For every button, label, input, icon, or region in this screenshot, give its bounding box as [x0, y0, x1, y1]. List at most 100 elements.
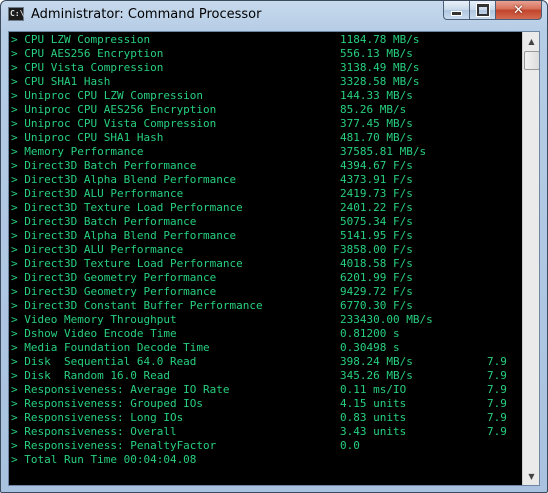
console-line-value: 398.24 MB/s	[340, 355, 413, 368]
console-line: > Direct3D Batch Performance 4394.67 F/s	[9, 159, 522, 173]
console-line-value: 345.26 MB/s	[340, 369, 413, 382]
scrollbar-thumb[interactable]	[524, 51, 539, 70]
console-line: > Uniproc CPU AES256 Encryption 85.26 MB/…	[9, 103, 522, 117]
console-line-score: 7.9	[487, 425, 507, 438]
console-line-value: 9429.72 F/s	[340, 285, 413, 298]
console-line-value: 5141.95 F/s	[340, 229, 413, 242]
console-line-label: > CPU LZW Compression	[11, 33, 151, 46]
console-line: > Disk Sequential 64.0 Read 398.24 MB/s 7.…	[9, 355, 522, 369]
console-line-value: 4018.58 F/s	[340, 257, 413, 270]
console-line: > Responsiveness: Overall 3.43 units 7.9	[9, 425, 522, 439]
console-line-value: 85.26 MB/s	[340, 103, 407, 116]
console-line: > Direct3D Texture Load Performance 2401.…	[9, 201, 522, 215]
console-line-label: > Direct3D Texture Load Performance	[11, 201, 243, 214]
console-line-value: 2401.22 F/s	[340, 201, 413, 214]
vertical-scrollbar[interactable]: ▲ ▼	[522, 32, 539, 485]
console-line-score: 7.9	[487, 355, 507, 368]
console-line: > Media Foundation Decode Time 0.30498 s	[9, 341, 522, 355]
console-line: > Memory Performance 37585.81 MB/s	[9, 145, 522, 159]
console-line-value: 4394.67 F/s	[340, 159, 413, 172]
console-line-value: 2419.73 F/s	[340, 187, 413, 200]
console-line-value: 5075.34 F/s	[340, 215, 413, 228]
console-line-label: > Direct3D Batch Performance	[11, 159, 197, 172]
console-line-label: > Direct3D ALU Performance	[11, 243, 184, 256]
console-client-area: > CPU LZW Compression 1184.78 MB/s > CPU A…	[8, 31, 540, 486]
console-line-value: 6201.99 F/s	[340, 271, 413, 284]
console-line: > Direct3D Alpha Blend Performance 4373.9…	[9, 173, 522, 187]
scroll-down-arrow-icon[interactable]: ▼	[524, 468, 539, 484]
console-line-value: 4.15 units	[340, 397, 407, 410]
close-icon: ✕	[513, 2, 524, 18]
console-line-value: 377.45 MB/s	[340, 117, 413, 130]
console-line-label: > Direct3D Alpha Blend Performance	[11, 229, 237, 242]
scroll-up-arrow-icon[interactable]: ▲	[524, 33, 539, 49]
window-title: Administrator: Command Processor	[31, 7, 262, 22]
console-line-label: > Responsiveness: PenaltyFactor	[11, 439, 217, 452]
console-line-label: > Disk Sequential 64.0 Read	[11, 355, 197, 368]
console-line: > Dshow Video Encode Time 0.81200 s	[9, 327, 522, 341]
console-line-value: 3328.58 MB/s	[340, 75, 420, 88]
console-line-value: 481.70 MB/s	[340, 131, 413, 144]
console-line-score: 7.9	[487, 411, 507, 424]
console-line-label: > CPU SHA1 Hash	[11, 75, 111, 88]
console-line-label: > CPU AES256 Encryption	[11, 47, 164, 60]
console-line-label: > Dshow Video Encode Time	[11, 327, 177, 340]
minimize-button[interactable]	[443, 1, 470, 20]
console-line: > CPU Vista Compression 3138.49 MB/s	[9, 61, 522, 75]
console-line-value: 1184.78 MB/s	[340, 33, 420, 46]
console-output[interactable]: > CPU LZW Compression 1184.78 MB/s > CPU A…	[9, 32, 522, 485]
console-line-label: > Uniproc CPU LZW Compression	[11, 89, 204, 102]
console-line-label: > Uniproc CPU Vista Compression	[11, 117, 217, 130]
console-line: > Uniproc CPU SHA1 Hash 481.70 MB/s	[9, 131, 522, 145]
console-line: > Direct3D Geometry Performance 6201.99 F…	[9, 271, 522, 285]
console-line-value: 37585.81 MB/s	[340, 145, 427, 158]
caption-buttons: ✕	[443, 1, 542, 21]
console-line-score: 7.9	[487, 397, 507, 410]
console-line-label: > Media Foundation Decode Time	[11, 341, 210, 354]
console-line-value: 6770.30 F/s	[340, 299, 413, 312]
console-line-label: > Total Run Time 00:04:04.08	[11, 453, 197, 466]
console-line: > Disk Random 16.0 Read 345.26 MB/s 7.9	[9, 369, 522, 383]
console-line: > Responsiveness: PenaltyFactor 0.0	[9, 439, 522, 453]
command-prompt-icon[interactable]: C:\	[8, 7, 24, 21]
console-line: > Responsiveness: Average IO Rate 0.11 ms…	[9, 383, 522, 397]
console-line-label: > Direct3D Constant Buffer Performance	[11, 299, 263, 312]
console-line-label: > Disk Random 16.0 Read	[11, 369, 170, 382]
console-line-value: 0.83 units	[340, 411, 407, 424]
maximize-icon	[476, 4, 489, 16]
console-line: > Uniproc CPU Vista Compression 377.45 MB…	[9, 117, 522, 131]
console-line-label: > Memory Performance	[11, 145, 144, 158]
console-line: > Direct3D ALU Performance 3858.00 F/s	[9, 243, 522, 257]
console-window: C:\ Administrator: Command Processor ✕ >…	[0, 0, 548, 493]
console-line: > Direct3D Constant Buffer Performance 67…	[9, 299, 522, 313]
console-line-label: > Direct3D Batch Performance	[11, 215, 197, 228]
title-bar[interactable]: C:\ Administrator: Command Processor ✕	[1, 1, 547, 31]
console-line-label: > Direct3D Geometry Performance	[11, 285, 217, 298]
minimize-icon	[451, 11, 462, 16]
console-line: > Uniproc CPU LZW Compression 144.33 MB/s	[9, 89, 522, 103]
console-line-label: > Responsiveness: Long IOs	[11, 411, 184, 424]
console-line-label: > Responsiveness: Average IO Rate	[11, 383, 230, 396]
console-line-value: 556.13 MB/s	[340, 47, 413, 60]
console-line-label: > Direct3D Alpha Blend Performance	[11, 173, 237, 186]
console-line: > Responsiveness: Long IOs 0.83 units 7.9	[9, 411, 522, 425]
console-line-label: > Responsiveness: Grouped IOs	[11, 397, 204, 410]
console-line: > Total Run Time 00:04:04.08	[9, 453, 522, 467]
console-line: > Video Memory Throughput 233430.00 MB/s	[9, 313, 522, 327]
console-line-label: > Direct3D ALU Performance	[11, 187, 184, 200]
maximize-button[interactable]	[470, 1, 496, 20]
console-line-value: 3858.00 F/s	[340, 243, 413, 256]
console-line-label: > Uniproc CPU AES256 Encryption	[11, 103, 217, 116]
console-line-value: 233430.00 MB/s	[340, 313, 433, 326]
console-line: > CPU SHA1 Hash 3328.58 MB/s	[9, 75, 522, 89]
console-line: > Direct3D Geometry Performance 9429.72 F…	[9, 285, 522, 299]
console-line-value: 3138.49 MB/s	[340, 61, 420, 74]
console-line: > Direct3D Batch Performance 5075.34 F/s	[9, 215, 522, 229]
console-line-label: > Direct3D Geometry Performance	[11, 271, 217, 284]
console-line-value: 0.11 ms/IO	[340, 383, 407, 396]
console-line-label: > Responsiveness: Overall	[11, 425, 177, 438]
console-line-label: > CPU Vista Compression	[11, 61, 164, 74]
close-button[interactable]: ✕	[496, 1, 542, 20]
console-line-label: > Video Memory Throughput	[11, 313, 177, 326]
